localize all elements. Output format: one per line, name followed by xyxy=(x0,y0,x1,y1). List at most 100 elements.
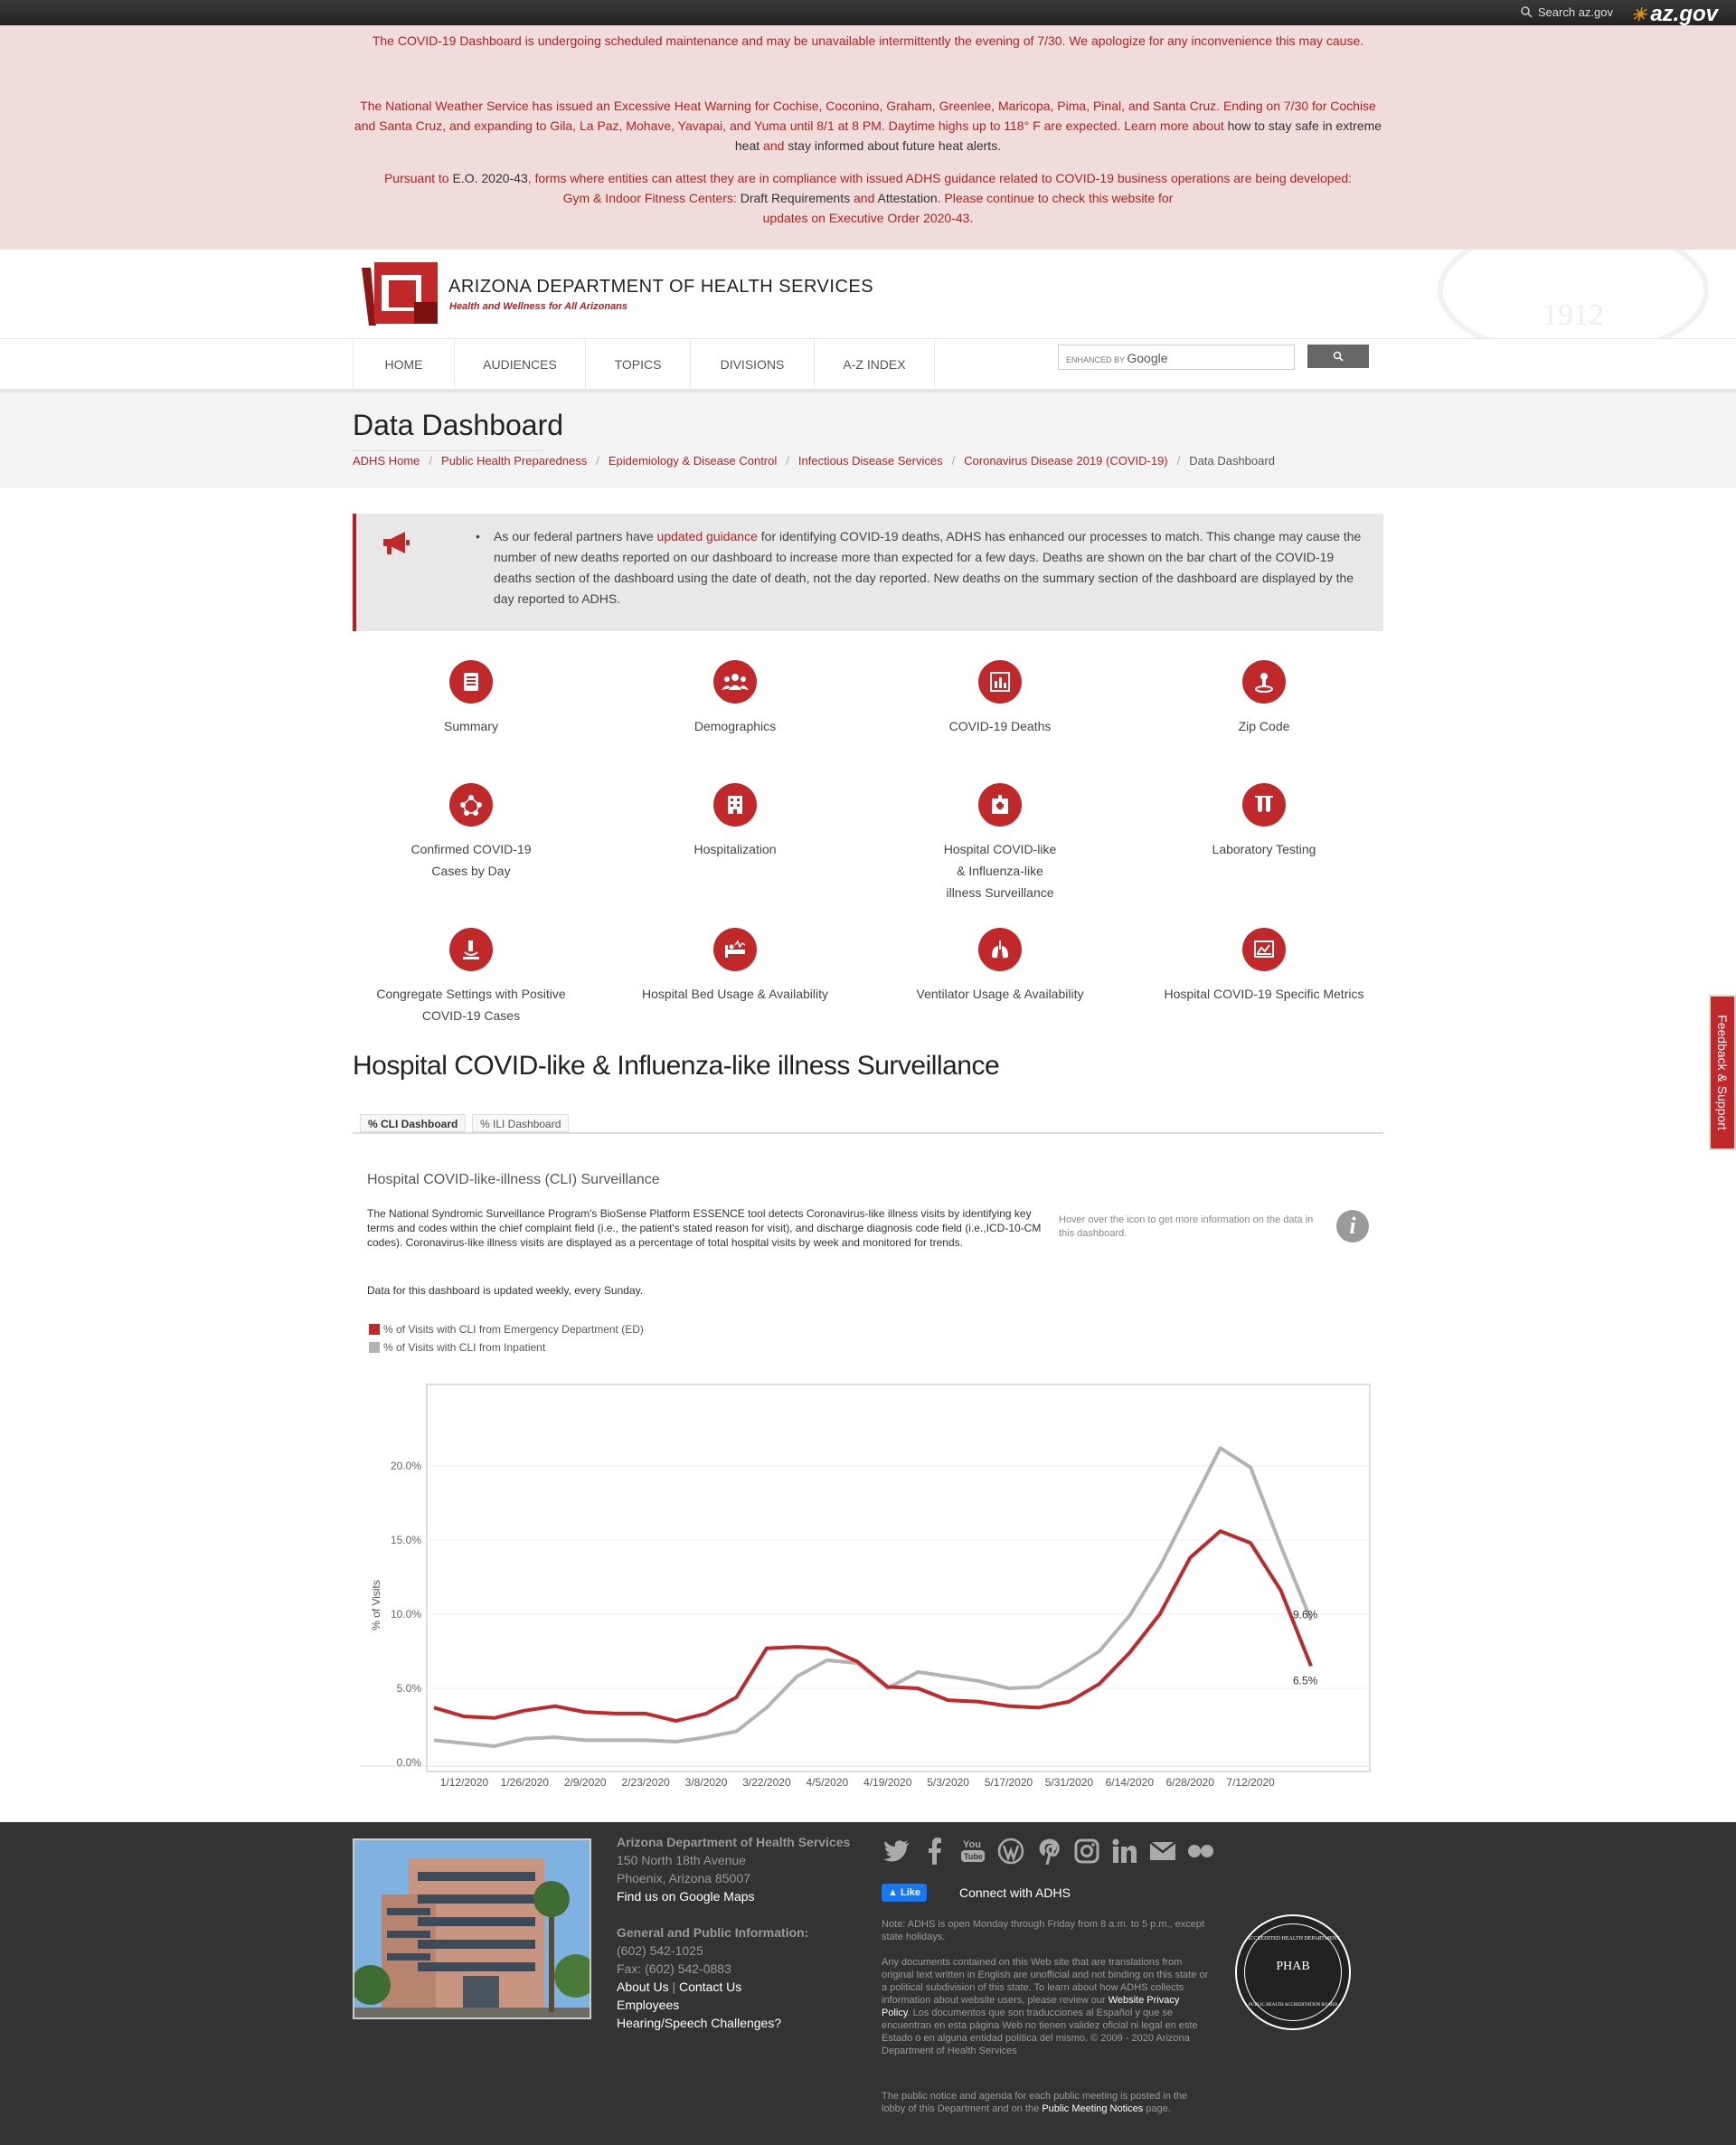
alert-heat-text: The National Weather Service has issued … xyxy=(354,99,1376,133)
tile-label: COVID-19 Deaths xyxy=(948,719,1052,733)
people-icon xyxy=(713,660,757,704)
footer-address-2: Phoenix, Arizona 85007 xyxy=(617,1871,750,1885)
employees-link[interactable]: Employees xyxy=(617,1996,852,2014)
contact-us-link[interactable]: Contact Us xyxy=(679,1980,741,1994)
site-search-input[interactable]: ENHANCED BY Google xyxy=(1058,345,1295,370)
breadcrumb-public-health-preparedness[interactable]: Public Health Preparedness xyxy=(441,454,587,468)
phab-top-text: ACCREDITED HEALTH DEPARTMENT xyxy=(1246,1936,1340,1942)
tile-confirmed-cases[interactable]: Confirmed COVID-19 Cases by Day xyxy=(363,783,580,882)
alert-heat: The National Weather Service has issued … xyxy=(353,96,1383,156)
x-tick-label: 7/12/2020 xyxy=(1226,1776,1275,1789)
about-us-link[interactable]: About Us xyxy=(617,1980,669,1994)
breadcrumb-epidemiology[interactable]: Epidemiology & Disease Control xyxy=(609,454,777,468)
tile-cli-ili-surveillance[interactable]: Hospital COVID-like & Influenza-like ill… xyxy=(892,783,1109,903)
breadcrumb-covid19[interactable]: Coronavirus Disease 2019 (COVID-19) xyxy=(964,454,1167,468)
hearing-speech-link[interactable]: Hearing/Speech Challenges? xyxy=(617,2014,852,2032)
tile-hospitalization[interactable]: Hospitalization xyxy=(627,783,844,860)
tile-ventilator-usage[interactable]: Ventilator Usage & Availability xyxy=(892,928,1109,1005)
breadcrumb-adhs-home[interactable]: ADHS Home xyxy=(353,454,420,468)
azgov-search-label: Search az.gov xyxy=(1537,5,1613,19)
alert-maintenance: The COVID-19 Dashboard is undergoing sch… xyxy=(372,33,1364,48)
org-name[interactable]: ARIZONA DEPARTMENT OF HEALTH SERVICES xyxy=(448,277,873,298)
legend-item-ed[interactable]: % of Visits with CLI from Emergency Depa… xyxy=(369,1320,644,1338)
tile-label: Hospitalization xyxy=(693,842,777,856)
azgov-search-link[interactable]: Search az.gov xyxy=(1521,5,1613,19)
eo-link[interactable]: E.O. 2020-43 xyxy=(452,171,527,185)
dashboard-tabs: % CLI Dashboard % ILI Dashboard xyxy=(353,1114,1383,1134)
linkedin-icon[interactable] xyxy=(1109,1836,1140,1866)
y-tick-label: 20.0% xyxy=(391,1460,421,1472)
tab-ili-dashboard[interactable]: % ILI Dashboard xyxy=(472,1114,570,1132)
tile-covid-deaths[interactable]: COVID-19 Deaths xyxy=(892,660,1109,737)
x-tick-label: 3/8/2020 xyxy=(685,1776,728,1789)
breadcrumb-infectious-disease[interactable]: Infectious Disease Services xyxy=(798,454,943,468)
azgov-brand: az.gov xyxy=(1650,2,1718,26)
tile-laboratory-testing[interactable]: Laboratory Testing xyxy=(1156,783,1373,860)
footer-contact: Arizona Department of Health Services 15… xyxy=(617,1833,852,2032)
x-tick-label: 4/19/2020 xyxy=(863,1776,912,1789)
nav-audiences[interactable]: AUDIENCES xyxy=(454,339,585,390)
tab-cli-dashboard[interactable]: % CLI Dashboard xyxy=(360,1114,467,1132)
heat-alerts-link[interactable]: stay informed about future heat alerts. xyxy=(788,138,1001,153)
public-meeting-note: The public notice and agenda for each pu… xyxy=(882,2090,1209,2115)
site-search-button[interactable] xyxy=(1307,345,1369,368)
facebook-like-button[interactable]: ▲ Like xyxy=(882,1884,927,1902)
email-icon[interactable] xyxy=(1147,1836,1178,1866)
youtube-icon[interactable]: You Tube xyxy=(958,1836,988,1866)
hospital-icon xyxy=(978,783,1022,827)
nav-home[interactable]: HOME xyxy=(353,339,454,390)
bar-chart-icon xyxy=(978,660,1022,704)
hours-note: Note: ADHS is open Monday through Friday… xyxy=(882,1919,1205,1942)
adhs-logo-icon[interactable] xyxy=(362,262,438,326)
series-end-label-ed: 6.5% xyxy=(1293,1674,1318,1687)
alert-banner: The COVID-19 Dashboard is undergoing sch… xyxy=(0,25,1736,250)
wordpress-icon[interactable] xyxy=(995,1836,1026,1866)
nav-topics[interactable]: TOPICS xyxy=(585,339,690,390)
tile-demographics[interactable]: Demographics xyxy=(627,660,844,737)
tile-label: Hospital Bed Usage & Availability xyxy=(642,987,828,1001)
legend-item-inpatient[interactable]: % of Visits with CLI from Inpatient xyxy=(369,1338,644,1356)
search-icon xyxy=(1521,6,1533,18)
search-icon xyxy=(1333,351,1344,362)
x-tick-label: 1/26/2020 xyxy=(501,1776,550,1789)
google-maps-link[interactable]: Find us on Google Maps xyxy=(617,1887,852,1905)
tile-hospital-metrics[interactable]: Hospital COVID-19 Specific Metrics xyxy=(1156,928,1373,1005)
pinterest-icon[interactable] xyxy=(1033,1836,1064,1866)
x-tick-label: 6/14/2020 xyxy=(1106,1776,1155,1789)
arizona-flag-icon: ☀ xyxy=(1630,5,1647,25)
updated-guidance-link[interactable]: updated guidance xyxy=(657,529,758,543)
main-nav: HOME AUDIENCES TOPICS DIVISIONS A-Z INDE… xyxy=(0,338,1736,392)
attestation-link[interactable]: Attestation xyxy=(877,191,937,205)
tile-congregate-settings[interactable]: Congregate Settings with Positive COVID-… xyxy=(363,928,580,1026)
search-prefix: ENHANCED BY xyxy=(1066,355,1125,364)
tile-label: Zip Code xyxy=(1238,719,1290,733)
flickr-icon[interactable] xyxy=(1185,1836,1216,1866)
tile-bed-usage[interactable]: Hospital Bed Usage & Availability xyxy=(627,928,844,1005)
twitter-icon[interactable] xyxy=(882,1836,912,1866)
x-tick-label: 1/12/2020 xyxy=(440,1776,489,1789)
draft-requirements-link[interactable]: Draft Requirements xyxy=(741,191,850,205)
notice-text: As our federal partners have updated gui… xyxy=(476,526,1367,609)
phab-accreditation-seal[interactable]: ACCREDITED HEALTH DEPARTMENT PHAB PUBLIC… xyxy=(1235,1914,1351,2030)
test-tubes-icon xyxy=(1242,783,1286,827)
facebook-icon[interactable] xyxy=(920,1836,950,1866)
footer-address-1: 150 North 18th Avenue xyxy=(617,1853,746,1867)
alert-heat-and: and xyxy=(760,138,788,153)
hospital-bed-icon xyxy=(713,928,757,971)
azgov-logo[interactable]: ☀ az.gov xyxy=(1630,2,1718,27)
x-tick-label: 4/5/2020 xyxy=(806,1776,848,1789)
breadcrumb-current: Data Dashboard xyxy=(1189,454,1275,468)
translation-text-2: . Los documentos que son traducciones al… xyxy=(882,2008,1198,2056)
nav-az-index[interactable]: A-Z INDEX xyxy=(814,339,935,390)
public-meeting-notices-link[interactable]: Public Meeting Notices xyxy=(1042,2103,1143,2114)
instagram-icon[interactable] xyxy=(1071,1836,1102,1866)
feedback-support-tab[interactable]: Feedback & Support xyxy=(1709,995,1736,1150)
info-icon[interactable]: i xyxy=(1336,1210,1369,1243)
x-tick-label: 3/22/2020 xyxy=(742,1776,791,1789)
deaths-guidance-notice: As our federal partners have updated gui… xyxy=(353,514,1383,631)
nav-divisions[interactable]: DIVISIONS xyxy=(690,339,814,390)
breadcrumb-separator: / xyxy=(1176,454,1181,468)
tile-zip-code[interactable]: Zip Code xyxy=(1156,660,1373,737)
tile-summary[interactable]: Summary xyxy=(363,660,580,737)
footer-info-heading: General and Public Information: xyxy=(617,1925,809,1940)
